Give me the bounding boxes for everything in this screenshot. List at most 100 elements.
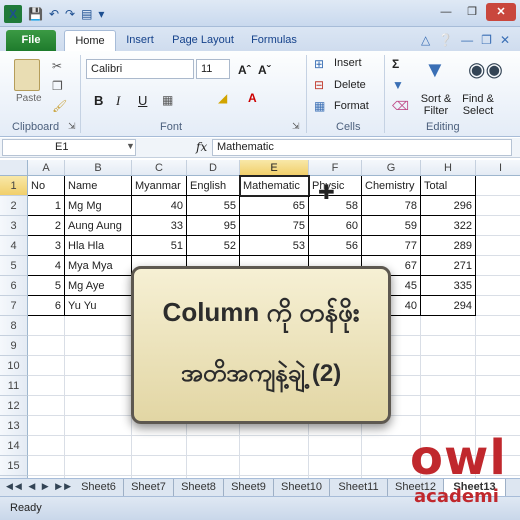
empty-cell[interactable]: [65, 376, 132, 396]
column-header-b[interactable]: B: [65, 160, 132, 176]
binoculars-icon[interactable]: ◉◉: [468, 57, 503, 82]
empty-cell[interactable]: [65, 436, 132, 456]
customize-qat-icon[interactable]: ▾: [98, 6, 104, 22]
empty-cell[interactable]: [240, 436, 309, 456]
sort-filter-icon[interactable]: ▼: [424, 57, 446, 83]
table-cell[interactable]: 294: [421, 296, 476, 316]
column-header-e[interactable]: E: [240, 160, 309, 176]
window-restore-icon[interactable]: ❐: [481, 33, 492, 47]
column-header-i[interactable]: I: [476, 160, 520, 176]
fill-icon[interactable]: ▼: [392, 78, 404, 92]
empty-cell[interactable]: [476, 396, 520, 416]
table-cell[interactable]: 3: [28, 236, 65, 256]
empty-cell[interactable]: [476, 376, 520, 396]
table-cell[interactable]: 5: [28, 276, 65, 296]
name-box-dropdown-icon[interactable]: ▼: [126, 141, 135, 151]
header-cell[interactable]: Chemistry: [362, 176, 421, 196]
empty-cell[interactable]: [421, 316, 476, 336]
empty-cell[interactable]: [187, 436, 240, 456]
empty-cell[interactable]: [476, 216, 520, 236]
row-header-6[interactable]: 6: [0, 276, 28, 296]
select-all-corner[interactable]: [0, 160, 28, 176]
undo-icon[interactable]: ↶: [49, 6, 59, 22]
table-cell[interactable]: 1: [28, 196, 65, 216]
clear-icon[interactable]: ⌫: [392, 99, 409, 113]
empty-cell[interactable]: [28, 376, 65, 396]
row-header-14[interactable]: 14: [0, 436, 28, 456]
empty-cell[interactable]: [421, 376, 476, 396]
print-preview-icon[interactable]: ▤: [81, 6, 92, 22]
sheet-tab[interactable]: Sheet7: [124, 479, 174, 496]
empty-cell[interactable]: [476, 236, 520, 256]
tab-file[interactable]: File: [6, 30, 56, 51]
tab-formulas[interactable]: Formulas: [248, 30, 300, 51]
font-size-select[interactable]: 11: [196, 59, 230, 79]
table-cell[interactable]: 77: [362, 236, 421, 256]
tab-home[interactable]: Home: [64, 30, 116, 51]
row-header-11[interactable]: 11: [0, 376, 28, 396]
bold-button[interactable]: B: [94, 93, 103, 108]
row-header-7[interactable]: 7: [0, 296, 28, 316]
table-cell[interactable]: 52: [187, 236, 240, 256]
header-cell[interactable]: No: [28, 176, 65, 196]
table-cell[interactable]: 78: [362, 196, 421, 216]
table-cell[interactable]: 55: [187, 196, 240, 216]
table-cell[interactable]: 33: [132, 216, 187, 236]
empty-cell[interactable]: [240, 456, 309, 476]
row-header-5[interactable]: 5: [0, 256, 28, 276]
empty-cell[interactable]: [476, 256, 520, 276]
header-cell[interactable]: Total: [421, 176, 476, 196]
empty-cell[interactable]: [476, 196, 520, 216]
empty-cell[interactable]: [309, 456, 362, 476]
row-header-4[interactable]: 4: [0, 236, 28, 256]
copy-icon[interactable]: ❐: [52, 79, 63, 93]
paste-icon[interactable]: [14, 59, 40, 91]
fill-color-icon[interactable]: ◢: [218, 91, 227, 105]
column-header-c[interactable]: C: [132, 160, 187, 176]
window-minimize-icon[interactable]: —: [461, 33, 473, 47]
row-header-1[interactable]: 1: [0, 176, 28, 196]
empty-cell[interactable]: [28, 436, 65, 456]
table-cell[interactable]: Mg Mg: [65, 196, 132, 216]
format-cells-button[interactable]: Format: [334, 100, 369, 112]
empty-cell[interactable]: [65, 416, 132, 436]
table-cell[interactable]: 40: [132, 196, 187, 216]
sheet-nav-arrows-icon[interactable]: ◀◀ ◀ ▶ ▶▶: [6, 481, 73, 492]
table-cell[interactable]: 65: [240, 196, 309, 216]
table-cell[interactable]: 53: [240, 236, 309, 256]
table-cell[interactable]: 271: [421, 256, 476, 276]
table-cell[interactable]: 6: [28, 296, 65, 316]
restore-button[interactable]: ❐: [460, 3, 484, 21]
autosum-icon[interactable]: Σ: [392, 57, 399, 71]
empty-cell[interactable]: [28, 416, 65, 436]
column-header-h[interactable]: H: [421, 160, 476, 176]
dialog-launcher-icon[interactable]: ⇲: [68, 121, 76, 132]
sheet-tab[interactable]: Sheet6: [74, 479, 124, 496]
sheet-tab[interactable]: Sheet11: [330, 479, 388, 496]
table-cell[interactable]: 4: [28, 256, 65, 276]
table-cell[interactable]: 322: [421, 216, 476, 236]
minimize-button[interactable]: —: [434, 3, 458, 21]
empty-cell[interactable]: [65, 316, 132, 336]
empty-cell[interactable]: [421, 356, 476, 376]
row-header-15[interactable]: 15: [0, 456, 28, 476]
find-select-button[interactable]: Find & Select: [458, 93, 498, 117]
empty-cell[interactable]: [28, 336, 65, 356]
minimize-ribbon-icon[interactable]: △: [421, 33, 430, 47]
row-header-9[interactable]: 9: [0, 336, 28, 356]
table-cell[interactable]: 289: [421, 236, 476, 256]
grow-font-icon[interactable]: Aˆ: [238, 63, 251, 77]
empty-cell[interactable]: [28, 396, 65, 416]
tab-page-layout[interactable]: Page Layout: [170, 30, 236, 51]
empty-cell[interactable]: [65, 396, 132, 416]
empty-cell[interactable]: [476, 176, 520, 196]
italic-button[interactable]: I: [116, 93, 120, 109]
delete-cells-button[interactable]: Delete: [334, 79, 366, 91]
column-header-f[interactable]: F: [309, 160, 362, 176]
formula-input[interactable]: Mathematic: [212, 139, 512, 156]
insert-cells-button[interactable]: Insert: [334, 57, 362, 69]
table-cell[interactable]: Yu Yu: [65, 296, 132, 316]
column-header-a[interactable]: A: [28, 160, 65, 176]
font-color-icon[interactable]: A: [248, 91, 257, 105]
column-header-d[interactable]: D: [187, 160, 240, 176]
